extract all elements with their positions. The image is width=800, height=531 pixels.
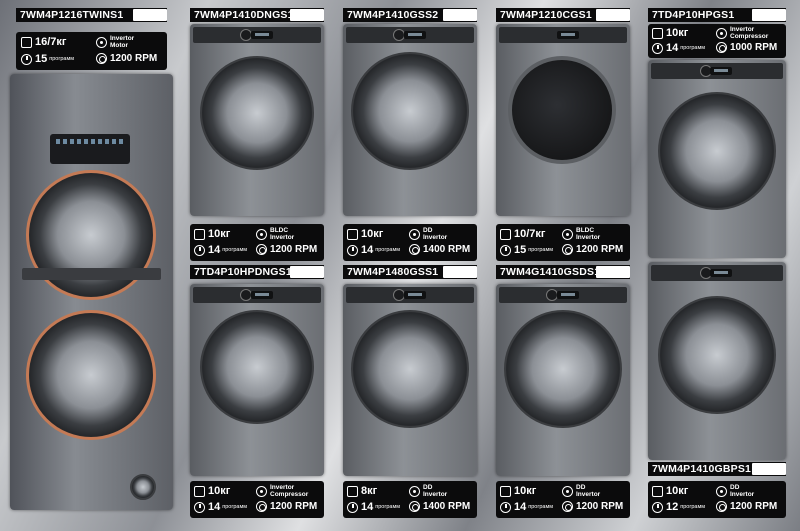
rpm-value: 1200 RPM xyxy=(110,53,158,64)
spec-card: 10кг 14 программ Invertor Compressor 1000 … xyxy=(648,24,786,58)
washer-image-dngs1 xyxy=(190,24,324,216)
dryer-image-hpdngs1 xyxy=(190,284,324,476)
twin-tower-washer-image xyxy=(10,74,173,510)
washing-machine-icon xyxy=(194,485,205,497)
model-label: 7WM4P1410GSS2 xyxy=(343,8,477,22)
spin-drum-icon xyxy=(409,244,420,255)
program-dial-icon xyxy=(652,42,663,54)
washer-image-gss2 xyxy=(343,24,477,216)
inverter-snowflake-icon xyxy=(96,36,107,48)
washer-image-cgs1 xyxy=(496,24,630,216)
spec-card: 10кг 14 программ DD Invertor 1200 RPM xyxy=(496,481,630,518)
program-dial-icon xyxy=(500,244,511,256)
program-dial-icon xyxy=(652,501,663,513)
spin-drum-icon xyxy=(256,244,267,255)
inverter-snowflake-icon xyxy=(716,27,727,39)
washing-machine-icon xyxy=(347,228,358,240)
washer-image-gbps1 xyxy=(648,262,786,460)
spec-card: 8кг 14 программ DD Invertor 1400 RPM xyxy=(343,481,477,518)
program-dial-icon xyxy=(194,244,205,256)
capacity-value: 16/7кг xyxy=(35,36,67,48)
model-label: 7WM4P1210CGS1 xyxy=(496,8,630,22)
program-dial-icon xyxy=(347,501,358,513)
washing-machine-icon xyxy=(652,485,663,497)
spin-drum-icon xyxy=(562,501,573,512)
program-dial-icon xyxy=(194,501,205,513)
spin-drum-icon xyxy=(562,244,573,255)
control-display xyxy=(50,134,130,164)
program-dial-icon xyxy=(500,501,511,513)
inverter-snowflake-icon xyxy=(256,485,267,497)
model-label: 7TD4P10HPGS1 xyxy=(648,8,786,22)
spec-card: 10/7кг 15 программ BLDC Invertor 1200 RPM xyxy=(496,224,630,261)
inverter-snowflake-icon xyxy=(409,485,420,497)
drawer-handle xyxy=(22,268,161,280)
model-label: 7WM4P1216TWINS1 xyxy=(16,8,167,22)
washing-machine-icon xyxy=(347,485,358,497)
program-dial-icon xyxy=(347,244,358,256)
washing-machine-icon xyxy=(500,228,511,240)
inverter-snowflake-icon xyxy=(562,228,573,240)
spin-drum-icon xyxy=(96,53,107,64)
inverter-snowflake-icon xyxy=(256,228,267,240)
spin-drum-icon xyxy=(716,501,727,512)
upper-drum-door xyxy=(26,170,156,300)
spec-card: 10кг 14 программ Invertor Compressor 1200 … xyxy=(190,481,324,518)
model-label: 7WM4P1480GSS1 xyxy=(343,265,477,279)
spec-card: 10кг 14 программ DD Invertor 1400 RPM xyxy=(343,224,477,261)
inverter-snowflake-icon xyxy=(716,485,727,497)
model-label: 7WM4G1410GSDS1 xyxy=(496,265,630,279)
model-label: 7WM4P1410DNGS1 xyxy=(190,8,324,22)
washing-machine-icon xyxy=(194,228,205,240)
dryer-image-hpgs1 xyxy=(648,60,786,258)
washer-image-gss1 xyxy=(343,284,477,476)
model-label: 7WM4P1410GBPS1 xyxy=(648,462,786,476)
inverter-snowflake-icon xyxy=(409,228,420,240)
spin-drum-icon xyxy=(716,42,727,53)
lower-drum-door xyxy=(26,310,156,440)
programs-count: 15 xyxy=(35,53,48,65)
washing-machine-icon xyxy=(21,36,32,48)
washing-machine-icon xyxy=(500,485,511,497)
spin-drum-icon xyxy=(256,501,267,512)
model-label: 7TD4P10HPDNGS1 xyxy=(190,265,324,279)
program-dial-icon xyxy=(21,53,32,65)
spec-card: 10кг 12 программ DD Invertor 1200 RPM xyxy=(648,481,786,518)
spec-card: 10кг 14 программ BLDC Invertor 1200 RPM xyxy=(190,224,324,261)
washer-image-gsds1 xyxy=(496,284,630,476)
filter-cap xyxy=(130,474,156,500)
washing-machine-icon xyxy=(652,27,663,39)
inverter-snowflake-icon xyxy=(562,485,573,497)
spec-card: 16/7кг 15 программ Invertor Motor 1200 RPM xyxy=(16,32,167,70)
spin-drum-icon xyxy=(409,501,420,512)
